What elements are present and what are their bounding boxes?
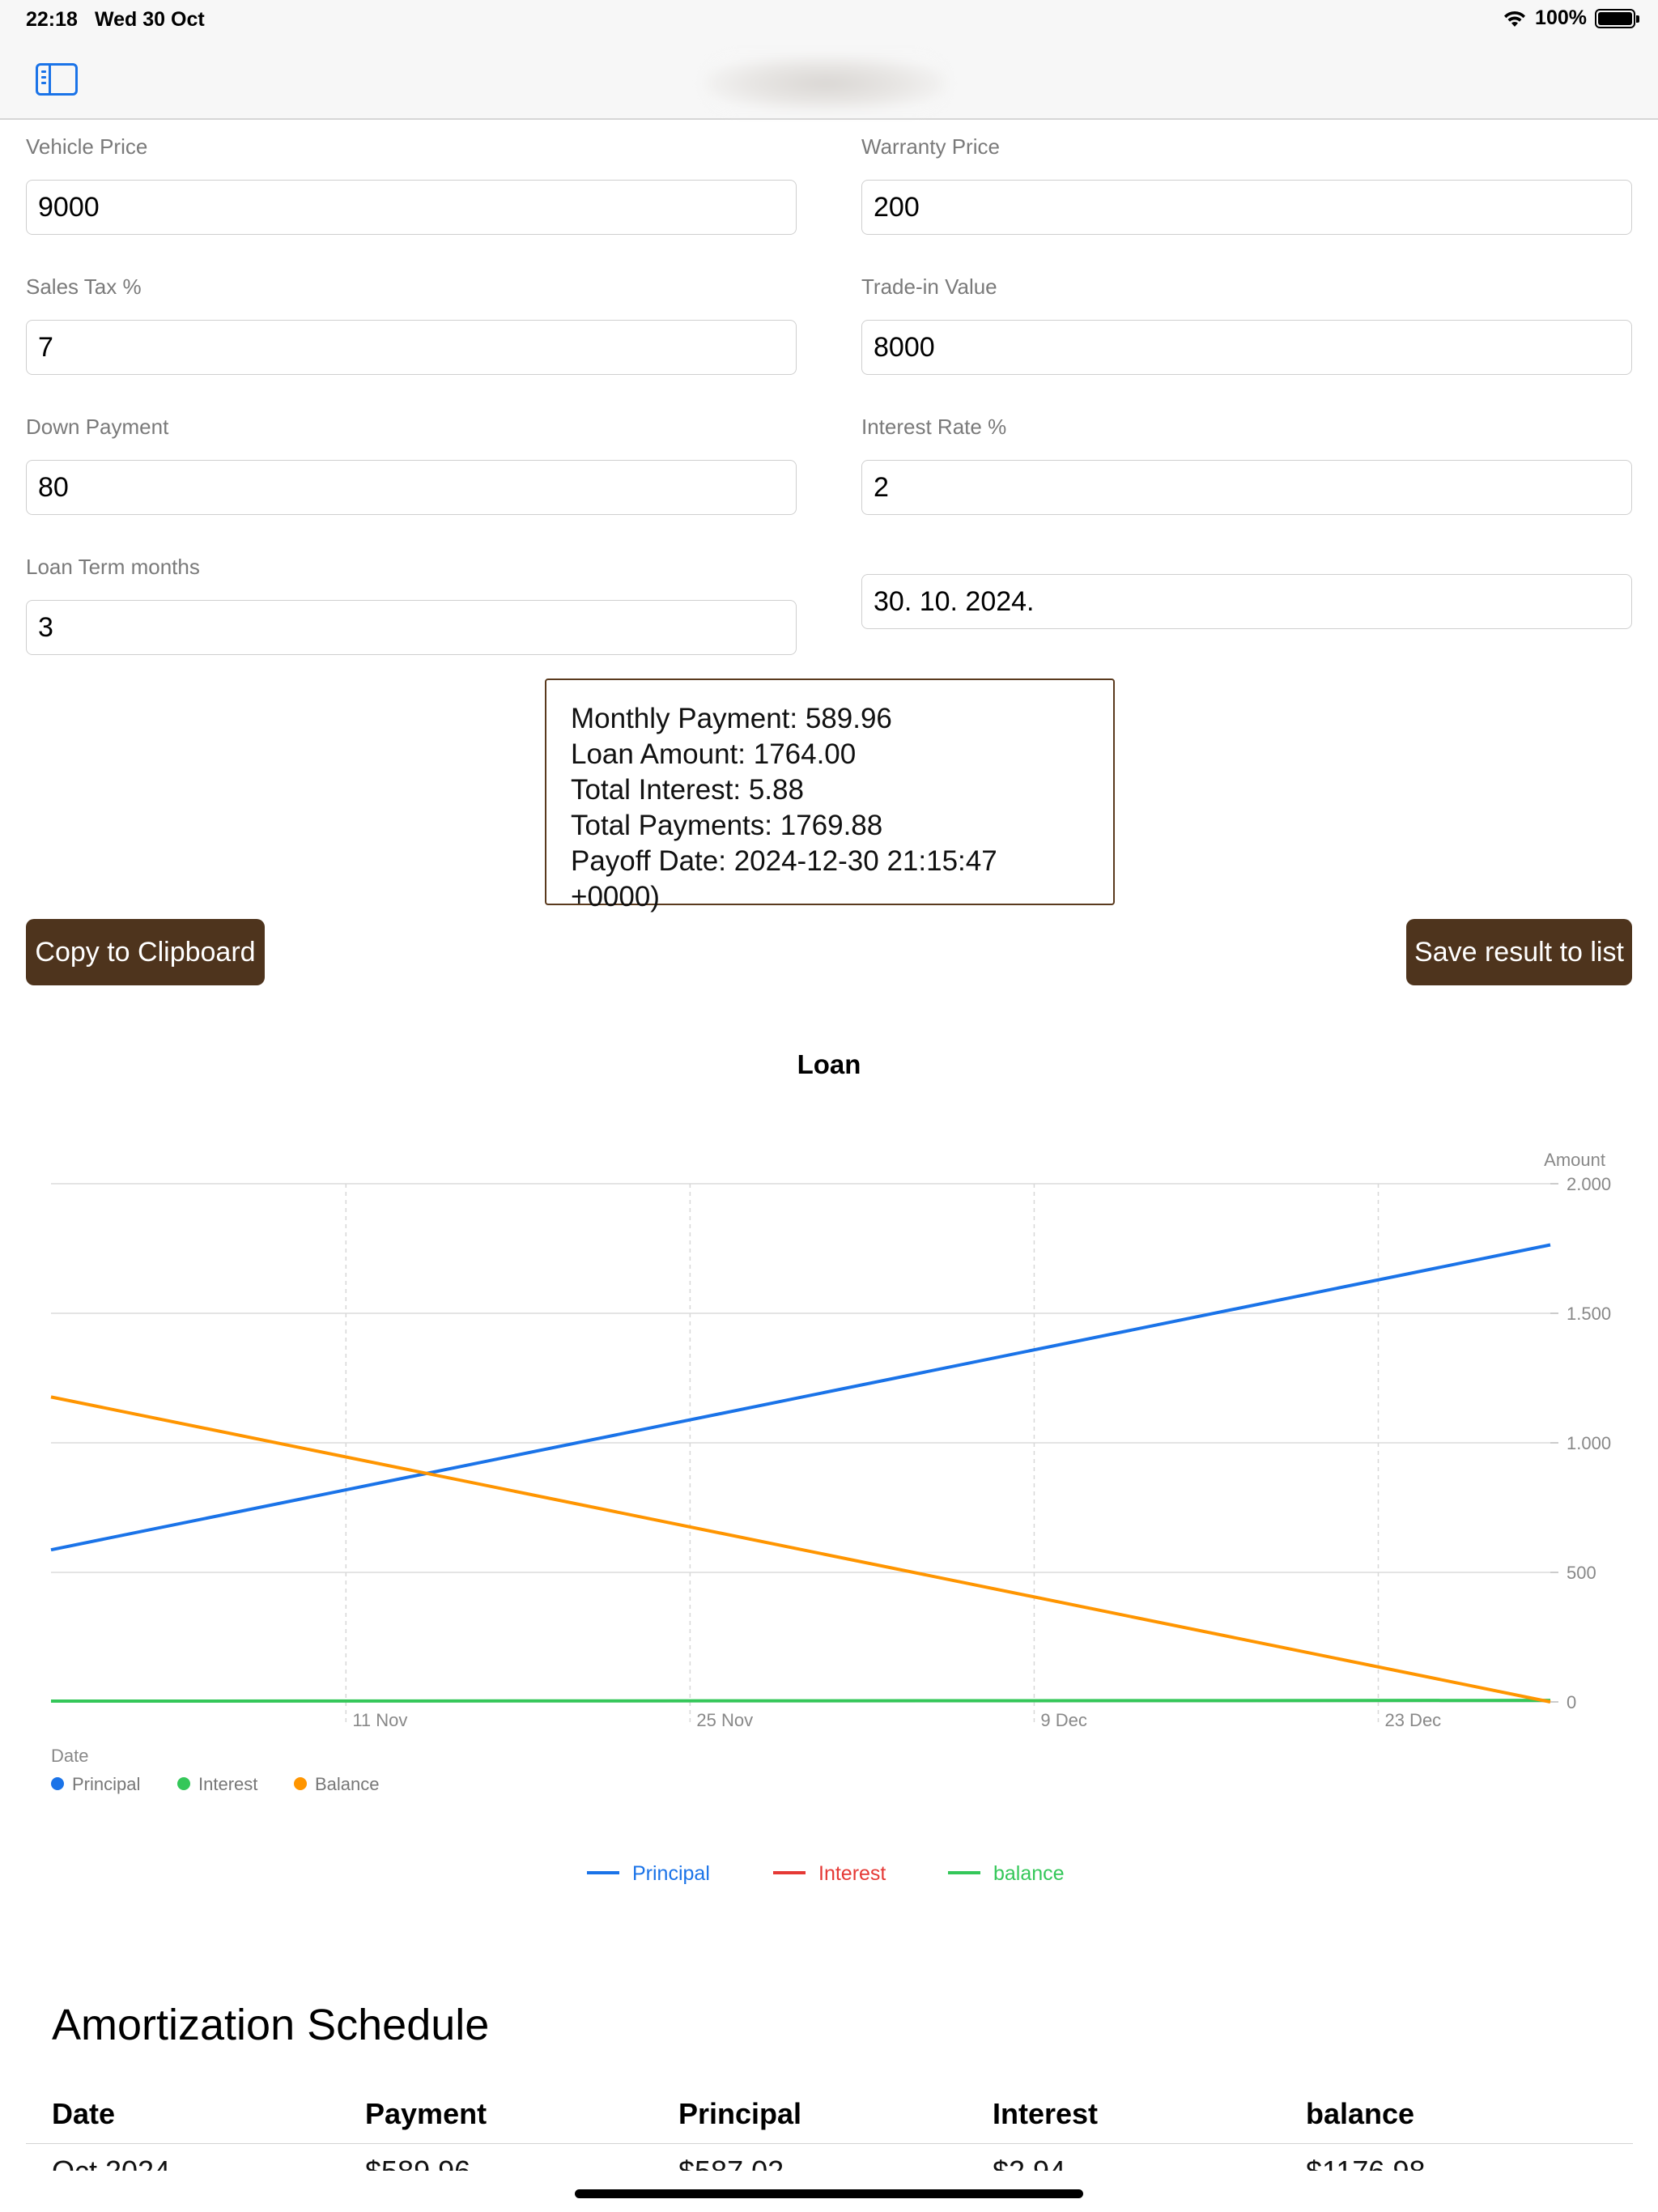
save-result-button[interactable]: Save result to list	[1406, 919, 1632, 985]
down-payment-label: Down Payment	[26, 415, 169, 439]
vehicle-price-input[interactable]: 9000	[26, 180, 797, 235]
total-payments-text: Total Payments: 1769.88	[571, 810, 883, 841]
outer-legend-label-interest: Interest	[818, 1862, 886, 1885]
warranty-price-label: Warranty Price	[861, 134, 1000, 159]
series-line-interest	[50, 1699, 1551, 1704]
legend-dot-interest	[177, 1777, 190, 1790]
monthly-payment-text: Monthly Payment: 589.96	[571, 703, 892, 734]
sales-tax-group: Sales Tax % 7	[26, 274, 797, 375]
status-right: 100%	[1503, 6, 1639, 30]
vehicle-price-group: Vehicle Price 9000	[26, 134, 797, 235]
interest-rate-group: Interest Rate % 2	[861, 415, 1632, 515]
start-date-group: 30. 10. 2024.	[861, 529, 1632, 629]
y-axis-label: Amount	[1544, 1150, 1605, 1170]
interest-rate-input[interactable]: 2	[861, 460, 1632, 515]
loan-term-input[interactable]: 3	[26, 600, 797, 655]
row-principal: $587.02	[678, 2155, 784, 2171]
legend-label-balance: Balance	[315, 1774, 380, 1794]
down-payment-group: Down Payment 80	[26, 415, 797, 515]
header-payment: Payment	[365, 2097, 487, 2130]
copy-to-clipboard-button[interactable]: Copy to Clipboard	[26, 919, 265, 985]
x-tick-label: 9 Dec	[1040, 1710, 1086, 1730]
loan-term-group: Loan Term months 3	[26, 555, 797, 655]
payoff-date-text: Payoff Date: 2024-12-30 21:15:47 +0000)	[571, 845, 997, 912]
trade-in-label: Trade-in Value	[861, 274, 997, 299]
y-tick-label: 1.000	[1567, 1433, 1611, 1453]
loan-chart: 0 500 1.000 1.500 2.000 Amount 11 Nov 25 Nov 9 D…	[50, 1150, 1611, 1885]
chart-title: Loan	[797, 1049, 861, 1079]
row-balance: $1176.98	[1306, 2155, 1425, 2171]
x-tick-label: 11 Nov	[352, 1710, 407, 1730]
row-payment: $589.96	[365, 2155, 470, 2171]
trade-in-group: Trade-in Value 8000	[861, 274, 1632, 375]
status-time: 22:18	[26, 8, 78, 31]
status-bar: 22:18 Wed 30 Oct 100%	[0, 0, 1658, 39]
outer-legend-label-balance: balance	[993, 1862, 1065, 1885]
x-tick-label: 25 Nov	[696, 1710, 753, 1730]
x-axis-label: Date	[51, 1746, 88, 1766]
status-date: Wed 30 Oct	[95, 8, 205, 31]
header-principal: Principal	[678, 2097, 802, 2130]
navigation-bar	[0, 39, 1658, 120]
start-date-picker[interactable]: 30. 10. 2024.	[861, 574, 1632, 629]
vehicle-price-label: Vehicle Price	[26, 134, 148, 159]
header-date: Date	[52, 2097, 116, 2130]
results-box: Monthly Payment: 589.96 Loan Amount: 176…	[545, 678, 1115, 912]
header-balance: balance	[1306, 2097, 1415, 2130]
legend-dot-principal	[51, 1777, 64, 1790]
loan-amount-text: Loan Amount: 1764.00	[571, 738, 857, 770]
x-tick-label: 23 Dec	[1384, 1710, 1441, 1730]
sales-tax-label: Sales Tax %	[26, 274, 142, 299]
row-date: Oct 2024	[52, 2155, 170, 2171]
nav-title-blurred	[704, 55, 947, 112]
trade-in-input[interactable]: 8000	[861, 320, 1632, 375]
battery-icon	[1595, 8, 1639, 28]
legend-label-interest: Interest	[198, 1774, 257, 1794]
y-tick-label: 0	[1567, 1692, 1576, 1712]
battery-percent: 100%	[1535, 6, 1587, 29]
sales-tax-input[interactable]: 7	[26, 320, 797, 375]
legend-dot-balance	[294, 1777, 307, 1790]
y-tick-label: 2.000	[1567, 1174, 1611, 1194]
loan-term-label: Loan Term months	[26, 555, 200, 579]
wifi-icon	[1504, 11, 1526, 27]
y-tick-label: 1.500	[1567, 1304, 1611, 1324]
header-interest: Interest	[993, 2097, 1099, 2130]
row-interest: $2.94	[993, 2155, 1065, 2171]
down-payment-input[interactable]: 80	[26, 460, 797, 515]
y-tick-label: 500	[1567, 1563, 1596, 1583]
home-indicator	[575, 2189, 1083, 2198]
outer-legend-label-principal: Principal	[632, 1862, 710, 1885]
sidebar-toggle-icon[interactable]	[36, 63, 78, 96]
total-interest-text: Total Interest: 5.88	[571, 774, 804, 806]
interest-rate-label: Interest Rate %	[861, 415, 1007, 439]
legend-label-principal: Principal	[72, 1774, 140, 1794]
series-line-principal	[50, 1243, 1551, 1552]
schedule-header: Date Payment Principal Interest balance	[26, 2089, 1633, 2144]
warranty-price-group: Warranty Price 200	[861, 134, 1632, 235]
warranty-price-input[interactable]: 200	[861, 180, 1632, 235]
amortization-title: Amortization Schedule	[52, 2001, 490, 2049]
table-row: Oct 2024 $589.96 $587.02 $2.94 $1176.98	[26, 2150, 1633, 2171]
